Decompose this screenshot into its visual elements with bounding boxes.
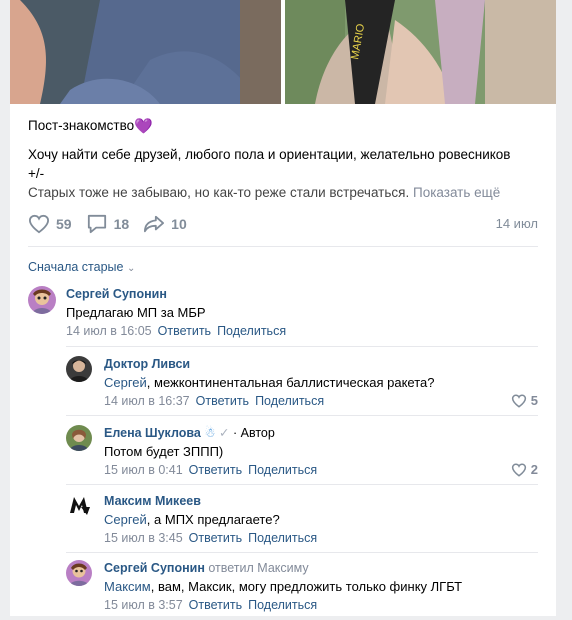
heart-outline-icon	[28, 214, 50, 234]
reply-mention[interactable]: Максим	[104, 579, 151, 594]
post-card: MARIO Пост-знакомство💜 Хочу найти себе д…	[10, 0, 556, 616]
share-comment-button[interactable]: Поделиться	[248, 463, 317, 477]
reply-date[interactable]: 15 июл в 0:41	[104, 463, 183, 477]
reply-button[interactable]: Ответить	[189, 598, 242, 612]
author-badge: · Автор	[229, 426, 275, 440]
comment-bubble-icon	[87, 214, 106, 234]
page-right-gutter	[556, 0, 572, 616]
avatar[interactable]	[66, 493, 92, 519]
share-comment-button[interactable]: Поделиться	[248, 598, 317, 612]
comment-text: Предлагаю МП за МБР	[66, 305, 206, 320]
reply-separator	[66, 346, 538, 347]
post-photo-1[interactable]	[10, 0, 281, 104]
comments-sort-dropdown[interactable]: Сначала старые ⌄	[28, 260, 135, 274]
comment-item: Сергей Супонин Предлагаю МП за МБР 14 ию…	[28, 286, 538, 346]
like-count: 59	[56, 216, 72, 232]
replied-to-label[interactable]: ответил Максиму	[205, 561, 308, 575]
reply-author[interactable]: Сергей Супонин	[104, 561, 205, 575]
heart-outline-icon	[511, 463, 526, 477]
share-comment-button[interactable]: Поделиться	[255, 394, 324, 408]
reply-separator	[66, 415, 538, 416]
purple-heart-icon: 💜	[134, 118, 153, 135]
snowman-emoji-icon: ☃	[204, 426, 216, 440]
post-title-text: Пост-знакомство	[28, 118, 135, 133]
reply-button[interactable]: Ответить	[189, 463, 242, 477]
reply-date[interactable]: 15 июл в 3:45	[104, 531, 183, 545]
reply-date[interactable]: 14 июл в 16:37	[104, 394, 190, 408]
post-date[interactable]: 14 июл	[496, 216, 538, 231]
post-text-line-1: Хочу найти себе друзей, любого пола и ор…	[28, 147, 511, 162]
reply-item: Елена Шуклова ☃ ✓ · Автор Потом будет ЗП…	[66, 425, 538, 485]
reply-author-line: Елена Шуклова ☃ ✓ · Автор	[104, 425, 317, 441]
reply-item: Сергей Супонин ответил Максиму Максим, в…	[66, 560, 538, 620]
reply-text-content: , межконтинентальная баллистическая раке…	[146, 375, 435, 390]
reply-meta: 14 июл в 16:37 Ответить Поделиться	[104, 394, 435, 408]
avatar[interactable]	[66, 356, 92, 382]
reply-like-count: 2	[530, 462, 538, 477]
comment-date[interactable]: 14 июл в 16:05	[66, 324, 152, 338]
reply-text-content: , вам, Максик, могу предложить только фи…	[150, 579, 463, 594]
share-button[interactable]: 10	[143, 214, 187, 234]
post-text-line-3-content: Старых тоже не забываю, но как-то реже с…	[28, 185, 410, 200]
reply-meta: 15 июл в 0:41 Ответить Поделиться	[104, 463, 317, 477]
reply-like-button[interactable]: 5	[511, 393, 538, 408]
reply-text: Сергей, межконтинентальная баллистическа…	[104, 374, 435, 391]
share-count: 10	[171, 216, 187, 232]
post-text-line-3: Старых тоже не забываю, но как-то реже с…	[28, 183, 500, 202]
comment-body: Сергей Супонин Предлагаю МП за МБР 14 ию…	[66, 286, 286, 338]
reply-text: Максим, вам, Максик, могу предложить тол…	[104, 578, 462, 595]
reply-body: Максим Микеев Сергей, а МПХ предлагаете?…	[104, 493, 317, 545]
share-comment-button[interactable]: Поделиться	[248, 531, 317, 545]
reply-mention[interactable]: Сергей	[104, 375, 147, 390]
share-comment-button[interactable]: Поделиться	[217, 324, 286, 338]
comments-sort-label: Сначала старые	[28, 260, 124, 274]
reply-button[interactable]: Ответить	[158, 324, 211, 338]
reply-item: Доктор Ливси Сергей, межконтинентальная …	[66, 356, 538, 416]
reply-button[interactable]: Ответить	[196, 394, 249, 408]
reply-author[interactable]: Доктор Ливси	[104, 356, 435, 372]
reply-body: Доктор Ливси Сергей, межконтинентальная …	[104, 356, 435, 408]
reply-item: Максим Микеев Сергей, а МПХ предлагаете?…	[66, 493, 538, 553]
reply-meta: 15 июл в 3:57 Ответить Поделиться	[104, 598, 462, 612]
verified-check-icon: ✓	[219, 426, 230, 440]
heart-outline-icon	[511, 394, 526, 408]
reply-separator	[66, 484, 538, 485]
chevron-down-icon: ⌄	[126, 263, 136, 274]
reply-text: Сергей, а МПХ предлагаете?	[104, 511, 317, 528]
reply-separator	[66, 552, 538, 553]
comment-meta: 14 июл в 16:05 Ответить Поделиться	[66, 324, 286, 338]
reply-body: Елена Шуклова ☃ ✓ · Автор Потом будет ЗП…	[104, 425, 317, 477]
reply-meta: 15 июл в 3:45 Ответить Поделиться	[104, 531, 317, 545]
avatar[interactable]	[28, 286, 56, 314]
post-text-line-2: +/-	[28, 166, 45, 181]
reply-like-count: 5	[530, 393, 538, 408]
reply-author-line: Сергей Супонин ответил Максиму	[104, 560, 462, 576]
share-arrow-icon	[144, 215, 165, 233]
reply-like-button[interactable]: 2	[511, 462, 538, 477]
post-title: Пост-знакомство💜	[28, 116, 153, 136]
post-divider	[28, 246, 538, 247]
reply-body: Сергей Супонин ответил Максиму Максим, в…	[104, 560, 462, 612]
reply-date[interactable]: 15 июл в 3:57	[104, 598, 183, 612]
reply-text-content: , а МПХ предлагаете?	[146, 512, 280, 527]
reply-button[interactable]: Ответить	[189, 531, 242, 545]
avatar[interactable]	[66, 560, 92, 586]
avatar[interactable]	[66, 425, 92, 451]
post-photo-2[interactable]: MARIO	[285, 0, 556, 104]
show-more-link[interactable]: Показать ещё	[413, 185, 500, 200]
reply-author[interactable]: Максим Микеев	[104, 493, 317, 509]
page-left-gutter	[0, 0, 10, 616]
post-actions: 59 18 10	[28, 212, 201, 236]
comment-author[interactable]: Сергей Супонин	[66, 286, 286, 302]
comment-count: 18	[113, 216, 130, 232]
reply-text: Потом будет ЗППП)	[104, 444, 224, 459]
reply-mention[interactable]: Сергей	[104, 512, 147, 527]
comment-button[interactable]: 18	[86, 214, 130, 234]
reply-author[interactable]: Елена Шуклова	[104, 426, 201, 440]
like-button[interactable]: 59	[28, 214, 72, 234]
